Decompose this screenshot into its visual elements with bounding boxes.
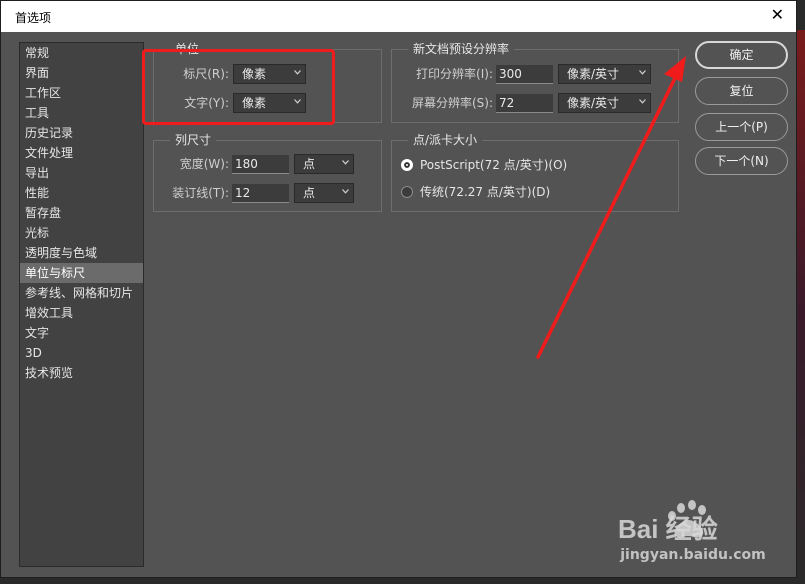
watermark-url: jingyan.baidu.com (620, 547, 766, 563)
print-resolution-unit-select[interactable]: 像素/英寸 (558, 64, 651, 84)
sidebar-item-general[interactable]: 常规 (20, 43, 143, 63)
sidebar-item-plugins[interactable]: 增效工具 (20, 303, 143, 323)
new-doc-resolution-group-label: 新文档预设分辨率 (408, 41, 515, 57)
sidebar-item-cursors[interactable]: 光标 (20, 223, 143, 243)
rulers-unit-select[interactable]: 像素 (233, 64, 306, 84)
preferences-dialog: 首选项 ✕ 常规 界面 工作区 工具 历史记录 文件处理 导出 性能 暂存盘 光… (0, 0, 797, 578)
chevron-down-icon (294, 99, 301, 105)
print-resolution-input[interactable]: 300 (496, 65, 553, 84)
sidebar-item-type[interactable]: 文字 (20, 323, 143, 343)
type-unit-label: 文字(Y): (184, 96, 229, 110)
gutter-unit-value: 点 (303, 186, 316, 200)
sidebar-item-file-handling[interactable]: 文件处理 (20, 143, 143, 163)
postscript-radio[interactable] (401, 159, 413, 171)
close-icon[interactable]: ✕ (771, 7, 784, 23)
sidebar-item-tech-preview[interactable]: 技术预览 (20, 363, 143, 383)
preferences-sidebar: 常规 界面 工作区 工具 历史记录 文件处理 导出 性能 暂存盘 光标 透明度与… (19, 42, 144, 567)
sidebar-item-history[interactable]: 历史记录 (20, 123, 143, 143)
sidebar-item-tools[interactable]: 工具 (20, 103, 143, 123)
screen-resolution-unit-value: 像素/英寸 (567, 96, 620, 110)
chevron-down-icon (342, 189, 349, 195)
column-width-unit-value: 点 (303, 157, 316, 171)
print-resolution-label: 打印分辨率(I): (416, 67, 493, 81)
postscript-radio-label[interactable]: PostScript(72 点/英寸)(O) (420, 157, 567, 173)
next-button[interactable]: 下一个(N) (695, 147, 788, 175)
sidebar-item-3d[interactable]: 3D (20, 343, 143, 363)
rulers-unit-value: 像素 (242, 67, 267, 81)
column-size-group-label: 列尺寸 (170, 132, 217, 148)
sidebar-item-performance[interactable]: 性能 (20, 183, 143, 203)
print-resolution-unit-value: 像素/英寸 (567, 67, 620, 81)
sidebar-item-scratch-disks[interactable]: 暂存盘 (20, 203, 143, 223)
column-width-unit-select[interactable]: 点 (294, 154, 354, 174)
sidebar-item-units-rulers[interactable]: 单位与标尺 (20, 263, 143, 283)
sidebar-item-workspace[interactable]: 工作区 (20, 83, 143, 103)
units-group-label: 单位 (170, 41, 205, 57)
chevron-down-icon (342, 160, 349, 166)
point-pica-group: 点/派卡大小 (391, 132, 679, 212)
type-unit-value: 像素 (242, 96, 267, 110)
screen-resolution-unit-select[interactable]: 像素/英寸 (558, 93, 651, 113)
sidebar-item-export[interactable]: 导出 (20, 163, 143, 183)
chevron-down-icon (639, 70, 646, 76)
sidebar-item-guides-grid[interactable]: 参考线、网格和切片 (20, 283, 143, 303)
chevron-down-icon (639, 99, 646, 105)
traditional-radio-label[interactable]: 传统(72.27 点/英寸)(D) (420, 184, 550, 200)
title-bar: 首选项 ✕ (1, 1, 796, 32)
column-width-label: 宽度(W): (179, 157, 229, 171)
column-width-input[interactable]: 180 (232, 155, 289, 174)
rulers-label: 标尺(R): (183, 67, 229, 81)
traditional-radio[interactable] (401, 186, 413, 198)
dialog-title: 首选项 (15, 11, 52, 25)
screen-resolution-input[interactable]: 72 (496, 94, 553, 113)
background-strip (797, 30, 805, 584)
point-pica-group-label: 点/派卡大小 (408, 132, 483, 148)
ok-button[interactable]: 确定 (695, 41, 788, 69)
chevron-down-icon (294, 70, 301, 76)
gutter-unit-select[interactable]: 点 (294, 183, 354, 203)
type-unit-select[interactable]: 像素 (233, 93, 306, 113)
sidebar-item-transparency[interactable]: 透明度与色域 (20, 243, 143, 263)
gutter-input[interactable]: 12 (232, 184, 289, 203)
previous-button[interactable]: 上一个(P) (695, 113, 788, 141)
gutter-label: 装订线(T): (172, 186, 229, 200)
screen-resolution-label: 屏幕分辨率(S): (411, 96, 493, 110)
sidebar-item-interface[interactable]: 界面 (20, 63, 143, 83)
reset-button[interactable]: 复位 (695, 77, 788, 105)
